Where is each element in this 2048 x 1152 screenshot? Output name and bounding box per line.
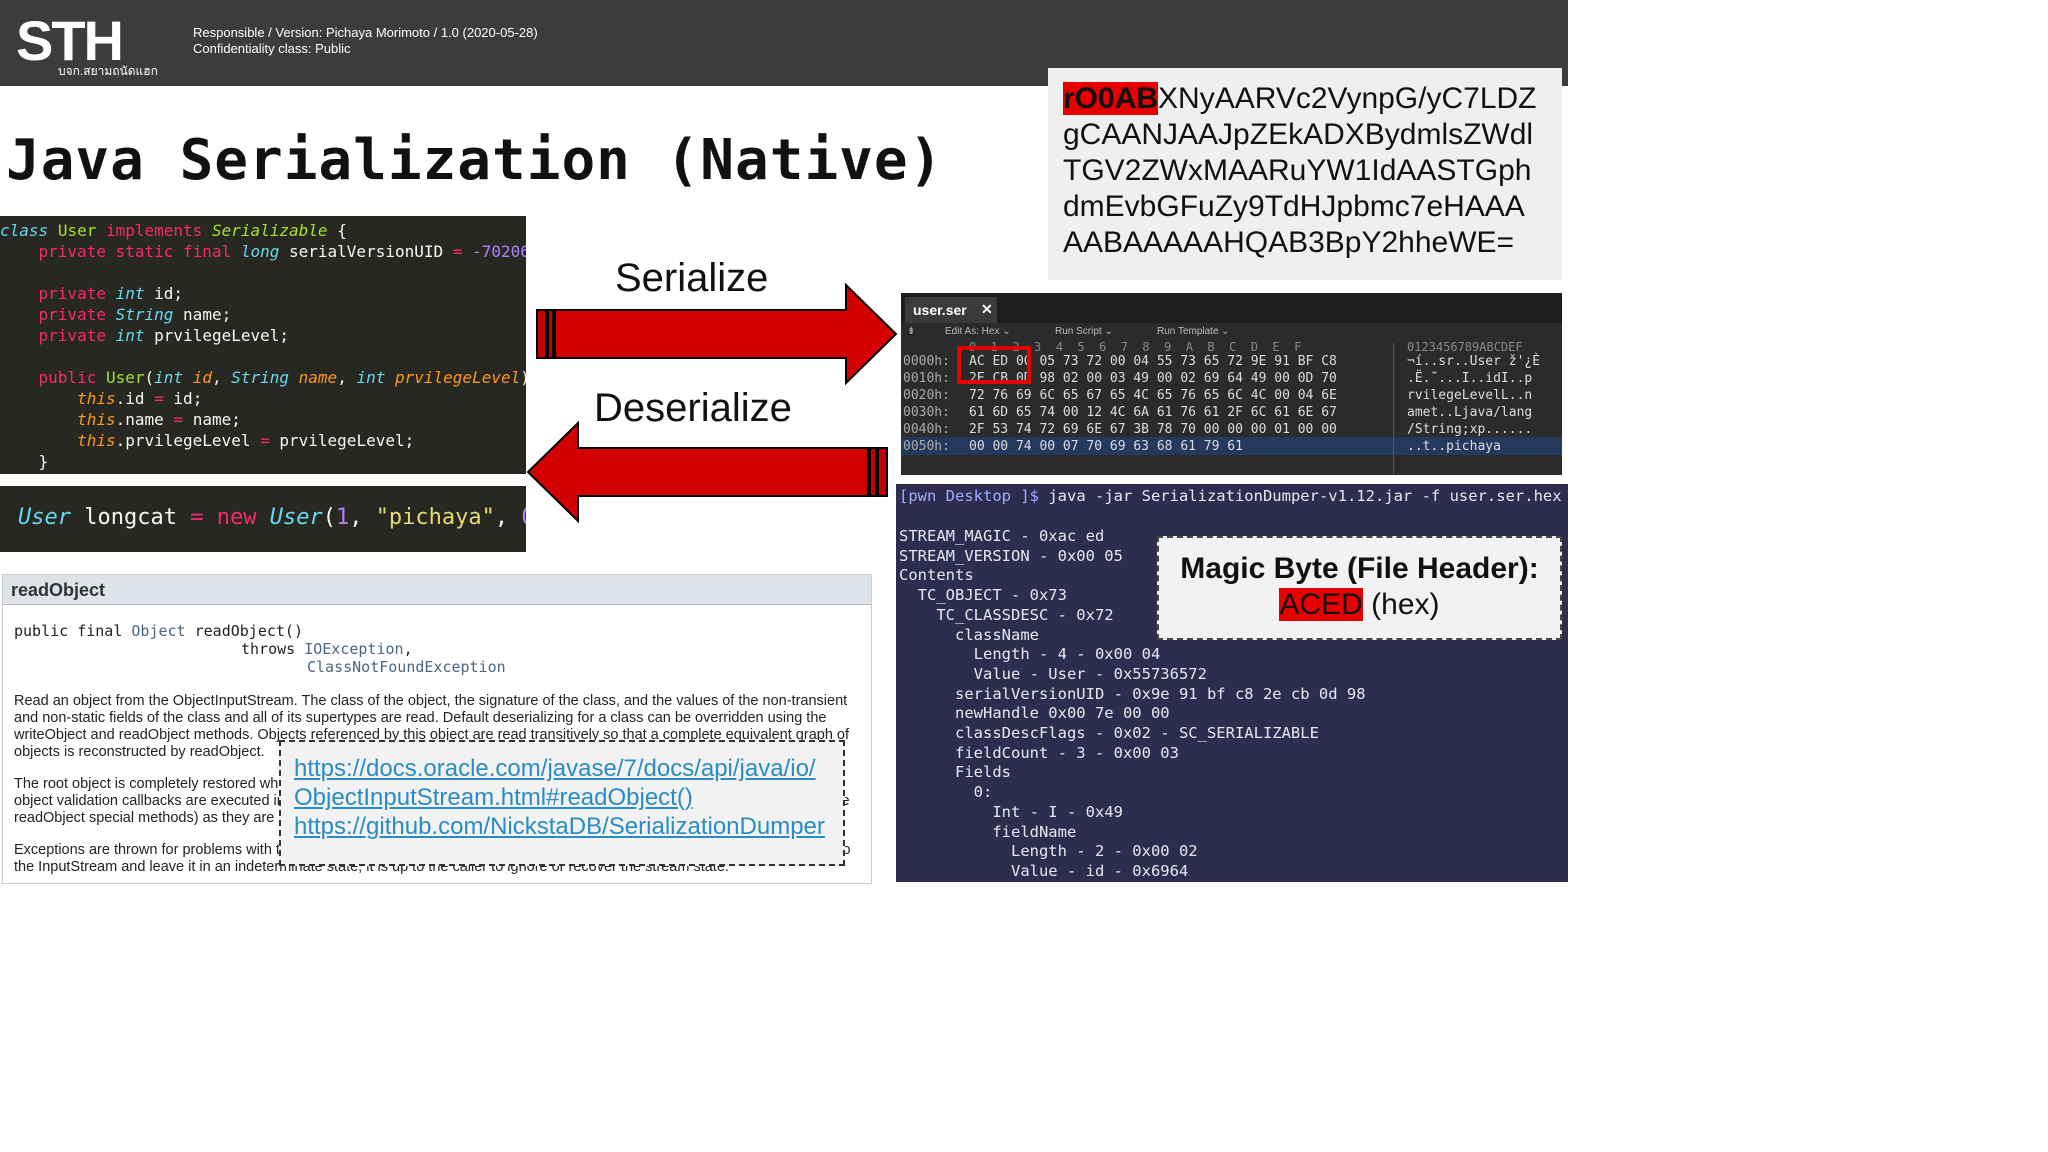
code-line: public User(int id, String name, int prv… xyxy=(38,368,526,387)
run-template-menu[interactable]: Run Template ⌄ xyxy=(1157,326,1230,337)
terminal-line: Int - I - 0x49 xyxy=(899,802,1123,821)
meta-confidentiality: Confidentiality class: Public xyxy=(193,41,351,56)
base64-line-3: TGV2ZWxMAARuYW1IdAASTGph xyxy=(1063,154,1532,187)
code-line: User longcat = new User(1, "pichaya", 0)… xyxy=(18,505,526,530)
terminal-line: Value - id - 0x6964 xyxy=(899,861,1189,880)
base64-line-5: AABAAAAAHQAB3BpY2hheWE= xyxy=(1063,226,1515,259)
hex-address: 0010h: xyxy=(903,371,950,386)
deserialize-arrow xyxy=(526,420,888,524)
magic-byte-title: Magic Byte (File Header): xyxy=(1180,552,1539,585)
code-line: } xyxy=(38,452,49,471)
code-line: private int id; xyxy=(38,284,184,303)
hex-bytes[interactable]: 00 00 74 00 07 70 69 63 68 61 79 61 xyxy=(969,439,1243,454)
method-throws-2: ClassNotFoundException xyxy=(307,658,506,676)
terminal-line: STREAM_VERSION - 0x00 05 xyxy=(899,546,1123,565)
edit-as-menu[interactable]: Edit As: Hex ⌄ xyxy=(945,326,1011,337)
pin-icon[interactable]: ⇟ xyxy=(907,326,915,337)
code-line: this.id = id; xyxy=(77,389,203,408)
hex-ascii[interactable]: ¬í..sr..User ž'¿È xyxy=(1407,354,1540,369)
terminal-line: Length - 2 - 0x00 02 xyxy=(899,842,1198,861)
magic-byte-callout: Magic Byte (File Header): ACED (hex) xyxy=(1157,536,1562,640)
terminal-line: fieldName xyxy=(899,822,1077,841)
hex-editor: user.ser ✕ ⇟ Edit As: Hex ⌄ Run Script ⌄… xyxy=(901,293,1562,475)
terminal-line: Length - 4 - 0x00 04 xyxy=(899,645,1161,664)
terminal-line: Contents xyxy=(899,566,974,585)
hex-address: 0050h: xyxy=(903,439,950,454)
hex-bytes[interactable]: 2F 53 74 72 69 6E 67 3B 78 70 00 00 00 0… xyxy=(969,422,1337,437)
code-line: private String name; xyxy=(38,305,232,324)
base64-line-4: dmEvbGFuZy9TdHJpbmc7eHAAA xyxy=(1063,190,1525,223)
close-icon[interactable]: ✕ xyxy=(981,301,993,318)
serialize-arrow xyxy=(536,282,898,386)
magic-bytes-highlight xyxy=(957,346,1031,384)
javadoc-heading: readObject xyxy=(3,575,871,605)
ascii-column-header: 0123456789ABCDEF xyxy=(1407,340,1523,354)
magic-byte-value: ACED (hex) xyxy=(1279,588,1440,621)
base64-line-1: rO0ABXNyAARVc2VynpG/yC7LDZ xyxy=(1063,82,1537,115)
code-line: this.name = name; xyxy=(77,410,241,429)
meta-responsible: Responsible / Version: Pichaya Morimoto … xyxy=(193,25,538,40)
terminal-line: className xyxy=(899,625,1039,644)
logo-subtitle: บจก.สยามถนัดแฮก xyxy=(58,64,158,78)
code-line: private static final long serialVersionU… xyxy=(38,242,526,261)
terminal-line: 0: xyxy=(899,783,993,802)
hex-address: 0000h: xyxy=(903,354,950,369)
link-oracle-docs[interactable]: https://docs.oracle.com/javase/7/docs/ap… xyxy=(294,755,816,783)
instantiation-code: User longcat = new User(1, "pichaya", 0)… xyxy=(0,486,526,552)
terminal-command: java -jar SerializationDumper-v1.12.jar … xyxy=(1048,487,1562,505)
hex-ascii[interactable]: amet..Ljava/lang xyxy=(1407,405,1532,420)
terminal-line: classDescFlags - 0x02 - SC_SERIALIZABLE xyxy=(899,724,1319,742)
terminal-command-line: [pwn Desktop ]$ java -jar SerializationD… xyxy=(899,487,1562,505)
terminal-line: Value - User - 0x55736572 xyxy=(899,664,1207,683)
run-script-menu[interactable]: Run Script ⌄ xyxy=(1055,326,1113,337)
terminal-prompt: [pwn Desktop ]$ xyxy=(899,487,1039,505)
hex-bytes[interactable]: 72 76 69 6C 65 67 65 4C 65 76 65 6C 4C 0… xyxy=(969,388,1337,403)
user-class-code: class User implements Serializable { pri… xyxy=(0,216,526,474)
terminal-line: Fields xyxy=(899,763,1011,782)
terminal-line: TC_OBJECT - 0x73 xyxy=(899,586,1067,605)
code-line: private int prvilegeLevel; xyxy=(38,326,290,345)
code-line: this.prvilegeLevel = prvilegeLevel; xyxy=(77,431,415,450)
hex-ascii[interactable]: ..t..pichaya xyxy=(1407,439,1501,454)
reference-links-box: https://docs.oracle.com/javase/7/docs/ap… xyxy=(279,740,845,866)
hex-divider xyxy=(1393,343,1394,475)
hex-ascii[interactable]: rvilegeLevelL..n xyxy=(1407,388,1532,403)
terminal-line: TC_CLASSDESC - 0x72 xyxy=(899,605,1114,624)
base64-box: rO0ABXNyAARVc2VynpG/yC7LDZ gCAANJAAJpZEk… xyxy=(1048,68,1562,280)
hex-tabbar: user.ser ✕ xyxy=(901,293,1562,323)
terminal-line: fieldCount - 3 - 0x00 03 xyxy=(899,743,1179,762)
hex-bytes[interactable]: 61 6D 65 74 00 12 4C 6A 61 76 61 2F 6C 6… xyxy=(969,405,1337,420)
link-oracle-docs-cont[interactable]: ObjectInputStream.html#readObject() xyxy=(294,784,693,812)
method-throws: throws IOException, xyxy=(241,640,413,658)
tab-user-ser[interactable]: user.ser ✕ xyxy=(905,297,997,323)
terminal-line: newHandle 0x00 7e 00 00 xyxy=(899,704,1170,723)
base64-line-2: gCAANJAAJpZEkADXBydmlsZWdl xyxy=(1063,118,1534,151)
code-line: class User implements Serializable { xyxy=(0,221,347,240)
hex-ascii[interactable]: /String;xp...... xyxy=(1407,422,1532,437)
link-serialization-dumper[interactable]: https://github.com/NickstaDB/Serializati… xyxy=(294,813,825,841)
method-signature: public final Object readObject() xyxy=(14,622,303,640)
base64-magic-highlight: rO0AB xyxy=(1063,82,1159,115)
terminal-line: serialVersionUID - 0x9e 91 bf c8 2e cb 0… xyxy=(899,684,1366,703)
hex-address: 0030h: xyxy=(903,405,950,420)
hex-ascii[interactable]: .Ë.˜...I..idI..p xyxy=(1407,371,1532,386)
hex-address: 0040h: xyxy=(903,422,950,437)
slide-title: Java Serialization (Native) xyxy=(6,128,944,193)
hex-address: 0020h: xyxy=(903,388,950,403)
terminal-line: STREAM_MAGIC - 0xac ed xyxy=(899,527,1105,545)
